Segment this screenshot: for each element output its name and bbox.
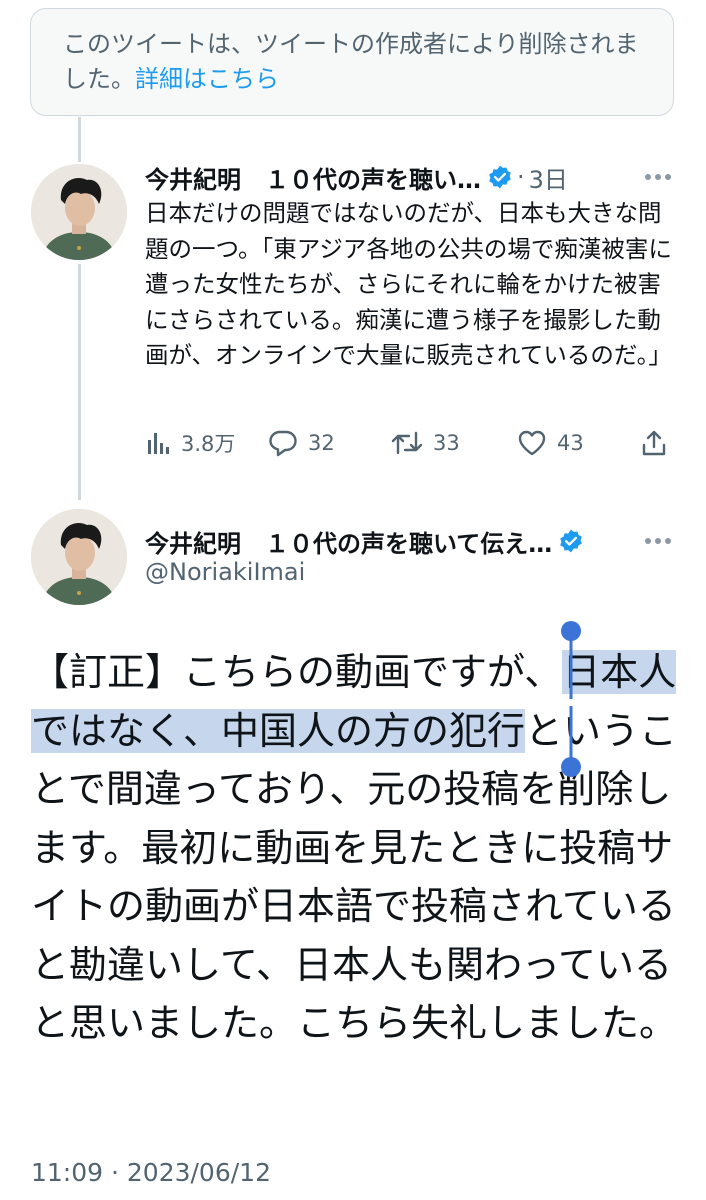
verified-badge-icon bbox=[560, 529, 583, 553]
selection-start-handle[interactable] bbox=[559, 620, 583, 700]
reply-count: 32 bbox=[308, 431, 335, 455]
author-name[interactable]: 今井紀明 １０代の声を聴い… bbox=[145, 160, 481, 195]
share-button[interactable] bbox=[640, 425, 668, 461]
share-icon bbox=[642, 430, 666, 456]
thread-line-top bbox=[78, 117, 81, 162]
retweet-button[interactable]: 33 bbox=[391, 425, 460, 461]
retweet-count: 33 bbox=[433, 431, 460, 455]
verified-badge-icon bbox=[489, 165, 511, 189]
views-icon bbox=[148, 433, 169, 454]
tweet-text-before-selection: 【訂正】こちらの動画ですが、 bbox=[31, 650, 563, 694]
deleted-tweet-notice: このツイートは、ツイートの作成者により削除されました。詳細はこちら bbox=[30, 8, 674, 116]
tweet-timestamp[interactable]: 11:09 · 2023/06/12 bbox=[31, 1158, 271, 1187]
like-button[interactable]: 43 bbox=[517, 425, 584, 461]
main-avatar[interactable] bbox=[31, 509, 127, 605]
main-author-name[interactable]: 今井紀明 １０代の声を聴いて伝え… bbox=[145, 524, 552, 559]
main-tweet-header: 今井紀明 １０代の声を聴いて伝え… bbox=[145, 524, 584, 558]
like-count: 43 bbox=[557, 431, 584, 455]
views-button[interactable]: 3.8万 bbox=[145, 425, 235, 461]
quoted-tweet-header: 今井紀明 １０代の声を聴い… · 3日 bbox=[145, 160, 568, 194]
learn-more-link[interactable]: 詳細はこちら bbox=[135, 65, 279, 93]
selection-end-handle[interactable] bbox=[559, 706, 583, 780]
views-count: 3.8万 bbox=[181, 432, 236, 456]
like-icon bbox=[518, 430, 546, 456]
tweet-time-ago[interactable]: 3日 bbox=[529, 160, 568, 195]
quoted-tweet-text: 日本だけの問題ではないのだが、日本も大きな問題の一つ。「東アジア各地の公共の場で… bbox=[145, 199, 672, 369]
more-options-icon[interactable] bbox=[644, 173, 672, 181]
thread-line-middle bbox=[78, 264, 81, 500]
separator-dot: · bbox=[517, 163, 525, 191]
reply-button[interactable]: 32 bbox=[268, 425, 335, 461]
main-tweet-text: 【訂正】こちらの動画ですが、日本人ではなく、中国人の方の犯行ということで間違って… bbox=[31, 643, 681, 1053]
main-more-options-icon[interactable] bbox=[644, 537, 672, 545]
author-handle[interactable]: @NoriakiImai bbox=[145, 558, 305, 586]
avatar[interactable] bbox=[31, 164, 127, 260]
retweet-icon bbox=[391, 431, 423, 455]
tweet-actions-bar: 3.8万 32 33 43 bbox=[145, 425, 675, 461]
reply-icon bbox=[269, 430, 297, 457]
